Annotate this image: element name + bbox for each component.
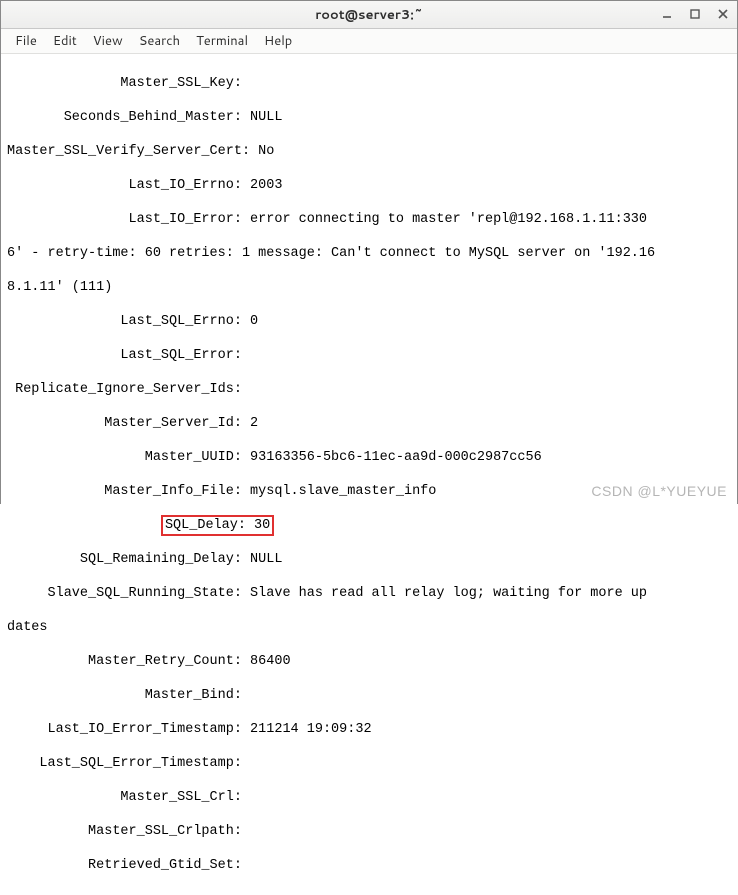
output-line: Last_IO_Error: error connecting to maste… [7,211,731,228]
close-button[interactable] [713,4,733,24]
output-line: Last_SQL_Error_Timestamp: [7,755,731,772]
output-line: Master_SSL_Crl: [7,789,731,806]
output-line: Master_Bind: [7,687,731,704]
menubar: File Edit View Search Terminal Help [1,29,737,54]
output-line: SQL_Delay: 30 [7,517,731,534]
menu-help[interactable]: Help [256,29,300,53]
terminal-output[interactable]: Master_SSL_Key: Seconds_Behind_Master: N… [1,54,737,895]
watermark: CSDN @L*YUEYUE [591,483,727,499]
output-line: SQL_Remaining_Delay: NULL [7,551,731,568]
window-title: root@server3:~ [315,6,423,24]
output-line: 8.1.11' (111) [7,279,731,296]
output-line: Master_UUID: 93163356-5bc6-11ec-aa9d-000… [7,449,731,466]
output-line: Master_SSL_Crlpath: [7,823,731,840]
highlight-sql-delay: SQL_Delay: 30 [161,515,274,536]
output-line: Last_IO_Errno: 2003 [7,177,731,194]
output-line: Seconds_Behind_Master: NULL [7,109,731,126]
window-titlebar: root@server3:~ [1,1,737,29]
output-line: dates [7,619,731,636]
output-line: Master_Server_Id: 2 [7,415,731,432]
output-line: Replicate_Ignore_Server_Ids: [7,381,731,398]
maximize-button[interactable] [685,4,705,24]
output-line: Master_SSL_Key: [7,75,731,92]
menu-terminal[interactable]: Terminal [188,29,256,53]
output-line: Master_Retry_Count: 86400 [7,653,731,670]
window-controls [657,4,733,24]
minimize-button[interactable] [657,4,677,24]
menu-search[interactable]: Search [131,29,188,53]
output-line: Slave_SQL_Running_State: Slave has read … [7,585,731,602]
menu-file[interactable]: File [7,29,45,53]
menu-view[interactable]: View [85,29,131,53]
output-line: 6' - retry-time: 60 retries: 1 message: … [7,245,731,262]
output-line: Master_SSL_Verify_Server_Cert: No [7,143,731,160]
output-line: Last_SQL_Errno: 0 [7,313,731,330]
menu-edit[interactable]: Edit [45,29,85,53]
output-line: Last_IO_Error_Timestamp: 211214 19:09:32 [7,721,731,738]
output-line: Last_SQL_Error: [7,347,731,364]
output-line: Retrieved_Gtid_Set: [7,857,731,874]
